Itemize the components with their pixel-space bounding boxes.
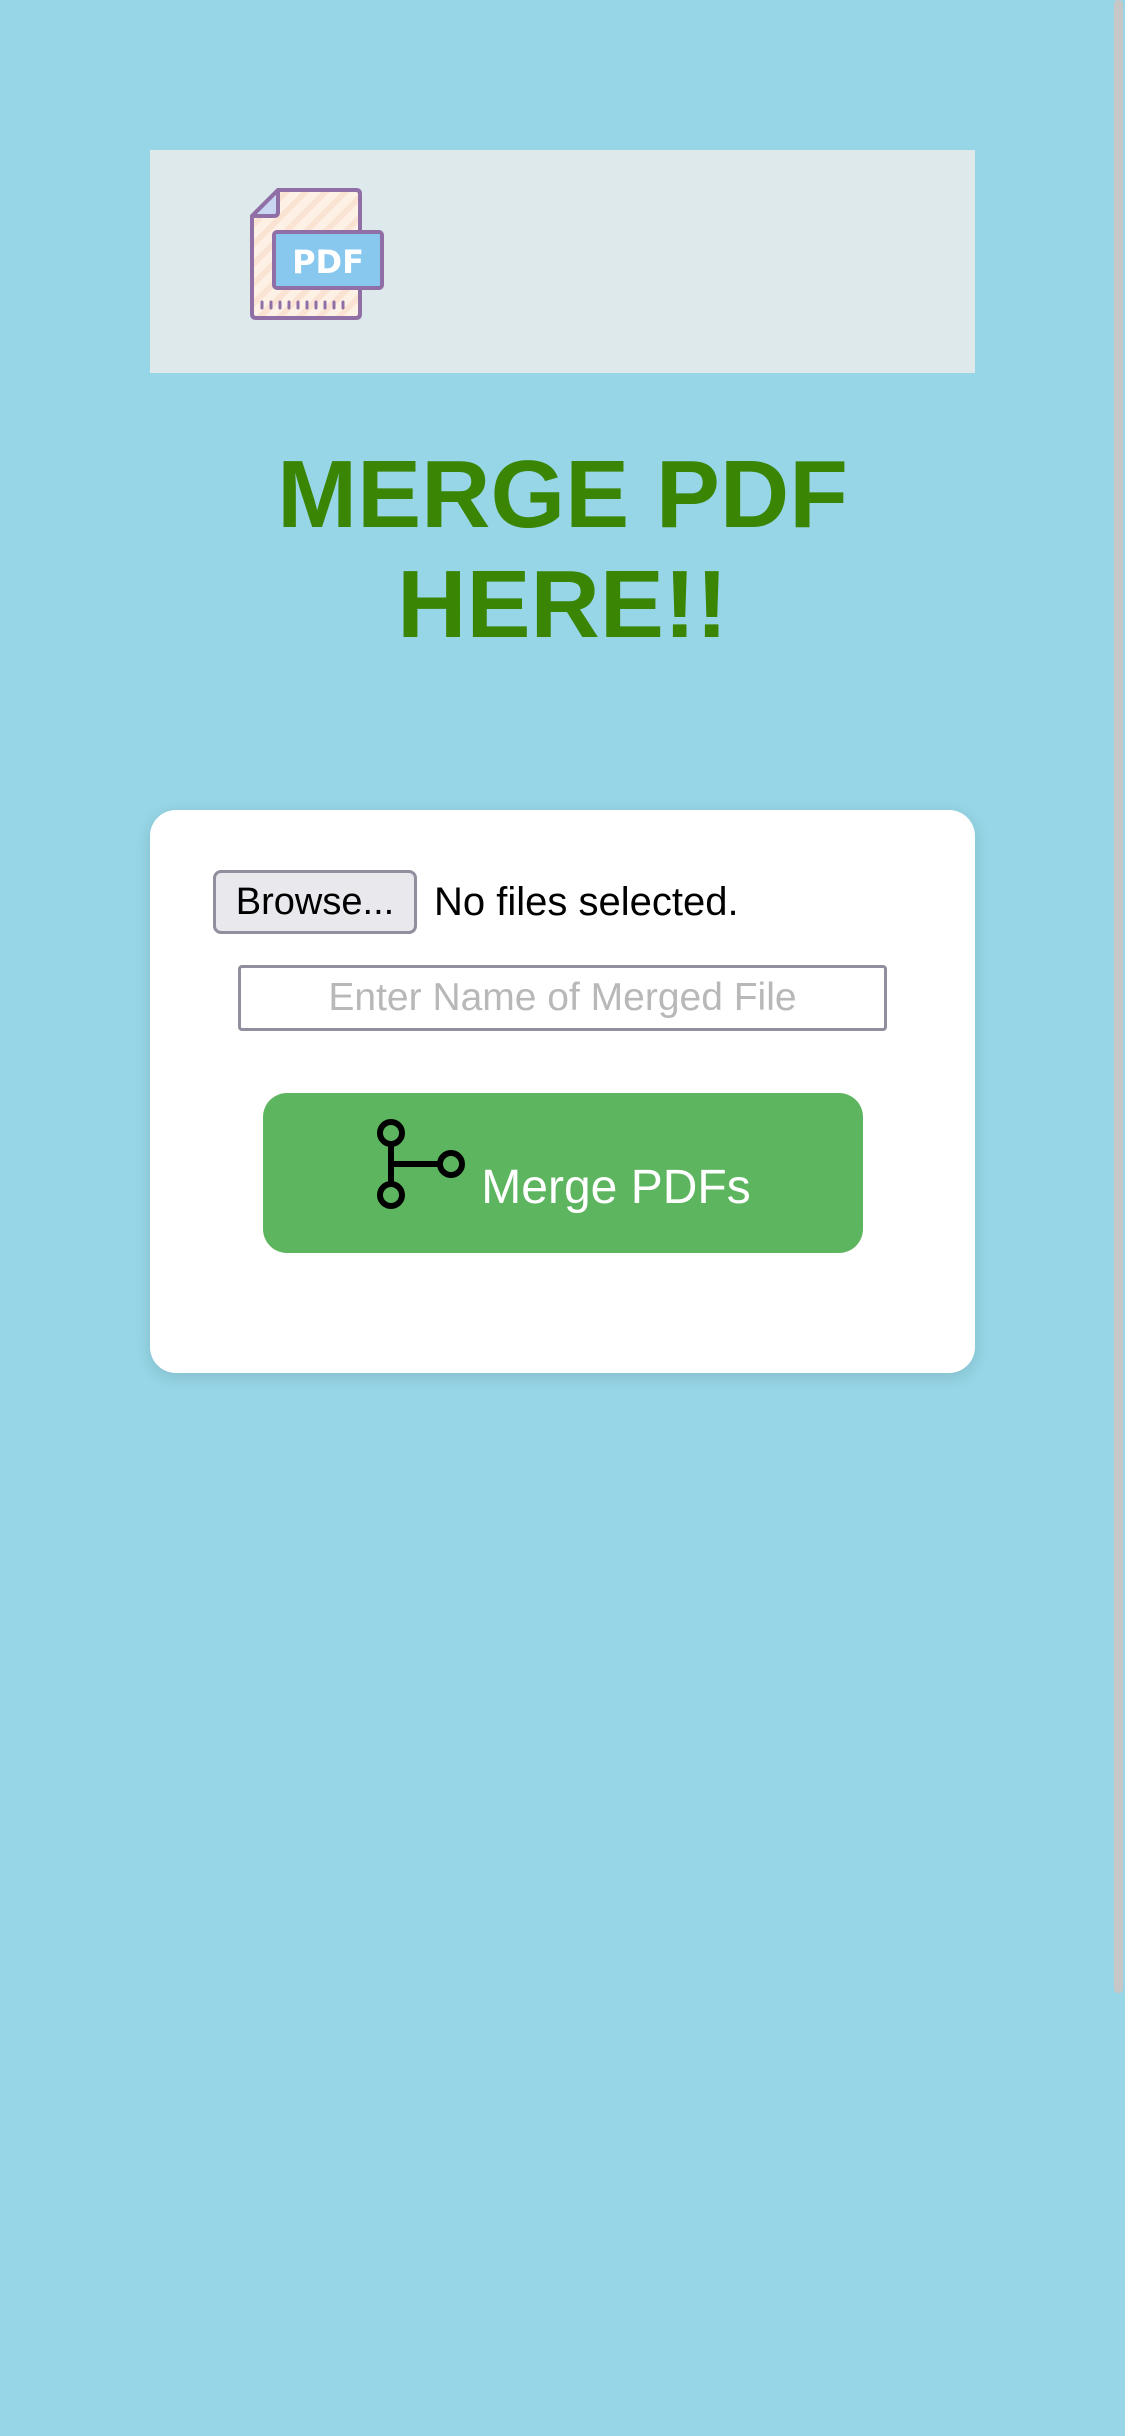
browse-button[interactable]: Browse...: [213, 870, 417, 934]
merge-pdfs-button[interactable]: Merge PDFs: [263, 1093, 863, 1253]
file-status-text: No files selected.: [434, 879, 739, 924]
scrollbar-thumb[interactable]: [1114, 0, 1123, 1993]
pdf-file-icon: PDF: [250, 188, 384, 320]
page-title: MERGE PDF HERE!!: [277, 441, 848, 658]
merged-file-name-input[interactable]: [238, 965, 887, 1031]
scrollbar[interactable]: [1111, 0, 1125, 2436]
logo-text: PDF: [292, 243, 364, 281]
merge-form-card: Browse... No files selected. Merge PDFs: [150, 810, 975, 1373]
merge-button-label: Merge PDFs: [481, 1160, 751, 1214]
git-branch-merge-icon: [377, 1119, 466, 1209]
header-banner: PDF: [150, 150, 975, 373]
file-picker[interactable]: Browse... No files selected.: [213, 870, 739, 934]
